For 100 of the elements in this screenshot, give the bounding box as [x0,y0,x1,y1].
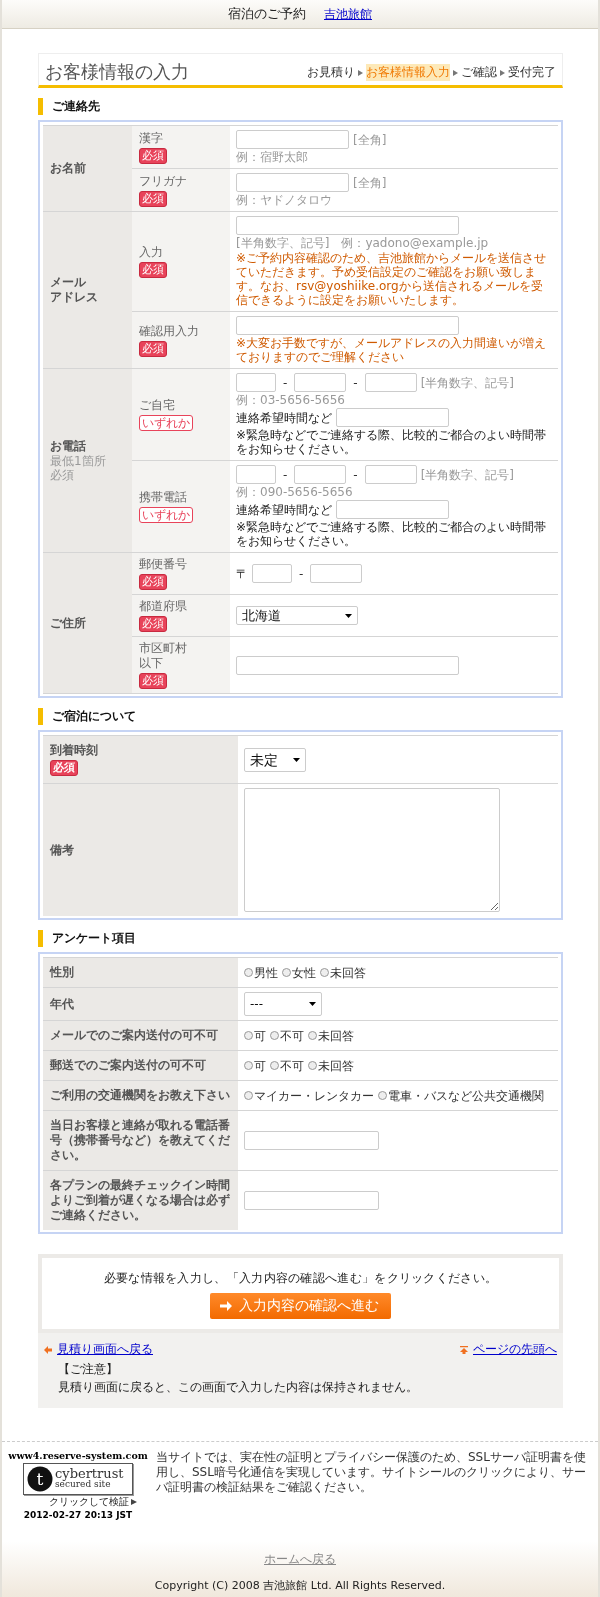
seal-logo-icon: t [27,1466,53,1492]
radio-button[interactable] [244,968,253,977]
phone-field[interactable] [364,465,417,484]
progress-step: お客様情報入力 [366,64,450,81]
arrow-right-icon [219,1299,233,1313]
dash-separator: - [299,566,304,581]
field-label: 連絡希望時間など [236,410,332,425]
phone-field[interactable] [236,465,276,484]
radio-button[interactable] [244,1091,253,1100]
seal-tagline: secured site [55,1479,111,1489]
step-arrow-icon [500,69,505,76]
phone-field[interactable] [294,373,347,392]
radio-button[interactable] [244,1061,253,1070]
instruction-text: 必要な情報を入力し、「入力内容の確認へ進む」をクリックください。 [103,1270,498,1287]
site-link[interactable]: 吉池旅館 [324,5,372,23]
dropdown-caret-icon [345,613,352,618]
text-field[interactable] [244,1191,379,1210]
radio-label[interactable]: 未回答 [330,965,366,980]
field-label: 郵便番号 [139,557,187,572]
radio-label[interactable]: 未回答 [318,1058,354,1073]
field-label: 年代 [50,996,74,1012]
radio-button[interactable] [270,1031,279,1040]
field-label: 都道府県 [139,599,187,614]
badge-either-label: いずれか [139,507,193,523]
radio-label[interactable]: 不可 [280,1058,304,1073]
input-hint: [全角] [353,175,387,190]
group-label: アドレス [50,290,99,305]
badge-required-label: 必須 [139,147,167,164]
dropdown[interactable]: --- [244,992,322,1016]
radio-label[interactable]: マイカー・レンタカー [254,1088,374,1103]
remarks-field[interactable] [244,788,500,912]
field-label: ご自宅 [139,398,175,413]
phone-field[interactable] [364,373,417,392]
phone-field[interactable] [294,465,347,484]
badge-required-label: 必須 [139,190,167,207]
radio-button[interactable] [378,1091,387,1100]
radio-button[interactable] [270,1061,279,1070]
radio-button[interactable] [308,1061,317,1070]
badge-required-label: 必須 [50,760,78,776]
postal-code-field[interactable] [310,564,363,583]
dash-separator: - [353,375,358,390]
input-hint: [半角数字、記号] [236,236,330,250]
radio-label[interactable]: 可 [254,1058,266,1073]
group-sublabel: 必須 [50,468,75,482]
radio-label[interactable]: 男性 [254,965,278,980]
warning-note: ※大変お手数ですが、メールアドレスの入力間違いが増えておりますのでご理解ください [236,336,548,364]
postal-code-field[interactable] [252,564,292,583]
seal-date: 2012-02-27 20:13 JST [23,1510,133,1520]
radio-button[interactable] [320,968,329,977]
input-hint: [半角数字、記号] [420,467,515,482]
badge-required-label: 必須 [139,574,167,590]
radio-button[interactable] [244,1031,253,1040]
email-field[interactable] [236,216,459,235]
field-label: 携帯電話 [139,490,187,505]
header-title: 宿泊のご予約 [228,5,306,23]
radio-label[interactable]: 可 [254,1028,266,1043]
example-text: 例：yadono@example.jp [341,236,489,250]
step-arrow-icon [358,69,363,76]
phone-field[interactable] [236,373,276,392]
text-field[interactable] [236,173,349,192]
text-field[interactable] [244,1131,379,1150]
seal-domain: www4.reserve-system.com [8,1450,148,1461]
contact-time-field[interactable] [336,500,449,519]
dropdown[interactable]: 未定 [244,747,306,772]
section-heading: アンケート項目 [38,930,563,947]
field-label: 連絡希望時間など [236,502,332,517]
group-label: メール [50,275,87,290]
text-field[interactable] [236,130,349,149]
copyright-text: Copyright (C) 2008 吉池旅館 Ltd. All Rights Reserved. [154,1578,446,1593]
radio-button[interactable] [282,968,291,977]
section-heading: ご宿泊について [38,708,563,725]
address-field[interactable] [236,655,459,675]
field-label: 以下 [139,656,163,671]
badge-either-label: いずれか [139,415,193,431]
group-sublabel: 最低1箇所 [50,454,107,468]
back-link[interactable]: 見積り画面へ戻る [57,1341,153,1358]
home-link[interactable]: ホームへ戻る [264,1551,336,1568]
dropdown-caret-icon [293,757,300,762]
progress-step: お見積り [307,64,355,81]
field-label: 性別 [50,965,74,980]
dropdown[interactable]: 北海道 [236,606,358,625]
radio-label[interactable]: 不可 [280,1028,304,1043]
radio-label[interactable]: 電車・バスなど公共交通機関 [388,1088,544,1103]
progress-step: ご確認 [461,64,497,81]
radio-button[interactable] [308,1031,317,1040]
radio-label[interactable]: 女性 [292,965,316,980]
email-field[interactable] [236,316,459,335]
field-label: 到着時刻 [50,743,98,758]
note-text: ※緊急時などでご連絡する際、比較的ご都合のよい時間帯をお知らせください。 [236,428,548,456]
dash-separator: - [353,467,358,482]
field-label: 備考 [50,842,74,858]
badge-required-label: 必須 [139,616,167,632]
dropdown-caret-icon [309,1002,316,1006]
input-hint: [全角] [353,132,387,147]
page-top-link[interactable]: ページの先頭へ [473,1341,557,1358]
seal-brand: cybertrust [55,1469,124,1479]
field-label: 入力 [139,245,163,260]
arrow-up-icon [460,1345,468,1354]
radio-label[interactable]: 未回答 [318,1028,354,1043]
contact-time-field[interactable] [336,408,449,427]
